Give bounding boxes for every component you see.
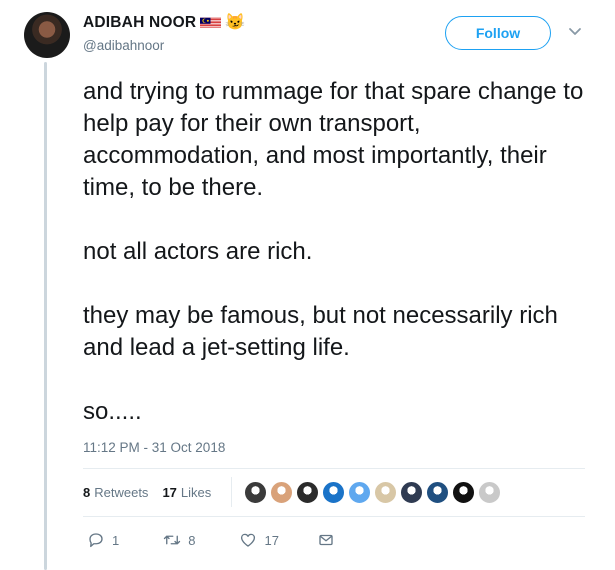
liker-avatar[interactable] <box>452 480 476 504</box>
tweet-paragraph: they may be famous, but not necessarily … <box>83 302 558 361</box>
reply-icon <box>89 533 103 548</box>
retweets-stat[interactable]: 8 Retweets <box>83 485 148 500</box>
liker-avatar[interactable] <box>426 480 450 504</box>
chevron-down-icon[interactable] <box>568 27 582 37</box>
likes-stat[interactable]: 17 Likes <box>162 485 211 500</box>
liker-avatar[interactable] <box>244 480 268 504</box>
liker-avatar[interactable] <box>348 480 372 504</box>
liker-avatar[interactable] <box>296 480 320 504</box>
retweet-count: 8 <box>188 532 196 548</box>
stats-separator <box>231 477 233 507</box>
tweet-paragraph: not all actors are rich. <box>83 238 313 265</box>
liker-avatar[interactable] <box>400 480 424 504</box>
avatar[interactable] <box>24 12 70 58</box>
liker-avatar[interactable] <box>478 480 502 504</box>
direct-message-button[interactable] <box>317 531 335 549</box>
like-count: 17 <box>264 532 279 548</box>
cat-face-icon: 😼 <box>225 14 246 31</box>
tweet-actions: 1 8 17 <box>83 528 335 552</box>
reply-button[interactable]: 1 <box>87 531 119 549</box>
author-handle[interactable]: @adibahnoor <box>83 38 164 53</box>
retweets-count: 8 <box>83 484 91 500</box>
envelope-icon <box>319 534 333 546</box>
liker-avatars <box>244 480 502 504</box>
thread-line <box>44 62 47 570</box>
divider <box>83 516 585 517</box>
reply-count: 1 <box>112 532 120 548</box>
engagement-stats: 8 Retweets 17 Likes <box>83 476 502 508</box>
tweet-paragraph: and trying to rummage for that spare cha… <box>83 78 584 201</box>
malaysia-flag-icon <box>200 17 222 29</box>
likes-count: 17 <box>162 484 177 500</box>
retweet-button[interactable]: 8 <box>163 531 195 549</box>
tweet-paragraph: so..... <box>83 398 142 425</box>
liker-avatar[interactable] <box>322 480 346 504</box>
retweet-icon <box>164 535 181 545</box>
likes-label: Likes <box>180 484 212 500</box>
liker-avatar[interactable] <box>270 480 294 504</box>
author-name[interactable]: ADIBAH NOOR <box>83 14 196 32</box>
author-name-row: ADIBAH NOOR 😼 <box>83 14 245 32</box>
like-button[interactable]: 17 <box>239 531 279 549</box>
follow-button[interactable]: Follow <box>445 16 551 50</box>
liker-avatar[interactable] <box>374 480 398 504</box>
tweet-timestamp[interactable]: 11:12 PM - 31 Oct 2018 <box>83 440 225 455</box>
tweet-text: and trying to rummage for that spare cha… <box>83 76 603 428</box>
divider <box>83 468 585 469</box>
retweets-label: Retweets <box>94 484 149 500</box>
heart-icon <box>241 533 256 547</box>
